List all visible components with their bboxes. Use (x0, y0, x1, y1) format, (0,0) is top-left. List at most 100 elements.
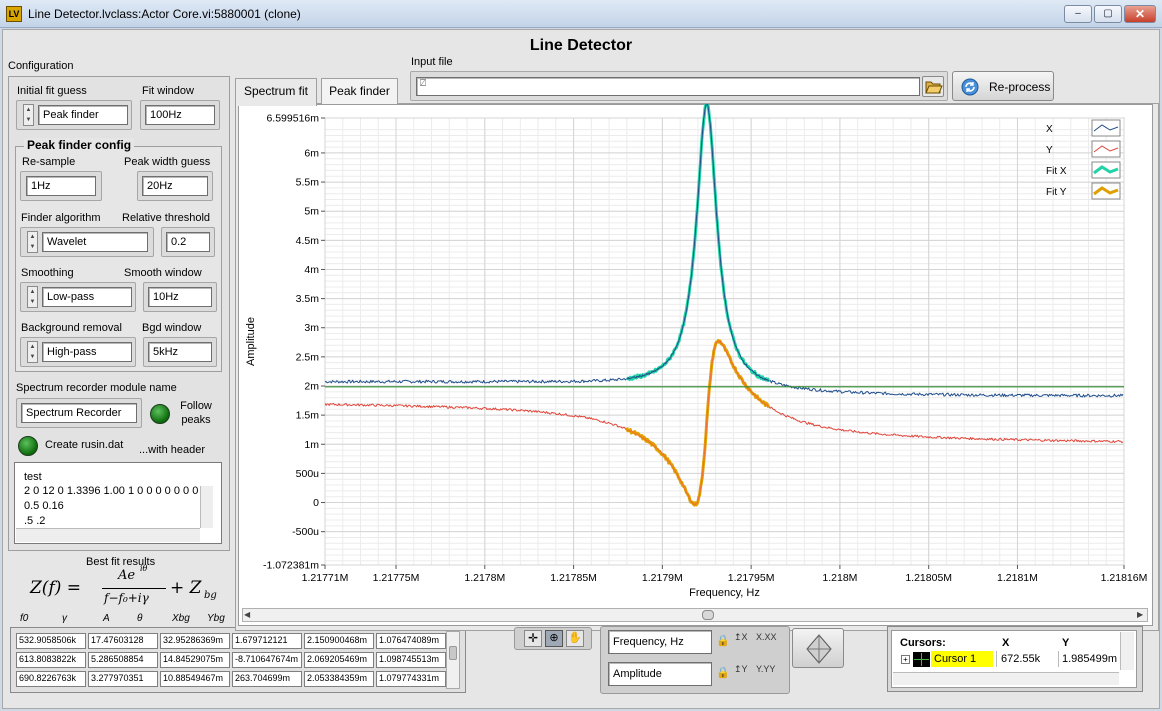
crosshair-cursor-tool-icon[interactable]: ✛ (524, 630, 542, 647)
initial-fit-guess-spinner[interactable]: ▲ ▼ (23, 104, 34, 126)
finder-algorithm-select[interactable]: Wavelet (42, 232, 148, 252)
result-cell: 14.84529075m (160, 652, 230, 668)
plot-area[interactable] (324, 117, 1125, 566)
y-tick-label: -500u (292, 526, 319, 538)
diamond-move-icon (806, 634, 832, 664)
cursor-style-swatch[interactable] (913, 652, 930, 667)
x-tick-label: 1.21795M (728, 572, 775, 584)
result-cell: 17.47603128 (88, 633, 158, 649)
tab-peak-finder[interactable]: Peak finder (321, 78, 398, 104)
notes-vertical-scrollbar[interactable] (200, 486, 213, 528)
decrement-arrow-icon[interactable]: ▼ (28, 297, 37, 307)
initial-fit-guess-label: Initial fit guess (17, 85, 87, 97)
x-tick-label: 1.2179M (642, 572, 683, 584)
finder-algorithm-spinner[interactable]: ▲ ▼ (27, 231, 38, 253)
column-header-ybg: Ybg (207, 613, 225, 624)
zoom-tool-icon[interactable]: ⊕ (545, 630, 563, 647)
relative-threshold-label: Relative threshold (122, 212, 211, 224)
follow-peaks-led-button[interactable] (150, 404, 170, 424)
bgd-window-input[interactable]: 5kHz (148, 342, 212, 362)
smoothing-spinner[interactable]: ▲ ▼ (27, 286, 38, 308)
x-scale-name: Frequency, Hz (608, 630, 712, 654)
background-removal-select[interactable]: High-pass (42, 342, 132, 362)
decrement-arrow-icon[interactable]: ▼ (24, 115, 33, 125)
fit-window-label: Fit window (142, 85, 194, 97)
smooth-window-input[interactable]: 10Hz (148, 287, 212, 307)
cursor-x-value[interactable]: 672.55k (996, 651, 1056, 667)
result-cell: 2.069205469m (304, 652, 374, 668)
cursor-crosshair-icon (914, 653, 929, 666)
y-tick-label: 5m (304, 206, 319, 218)
result-cell: 690.8226763k (16, 671, 86, 687)
y-scale-lock-icon[interactable]: 🔒 (716, 666, 730, 679)
browse-folder-button[interactable] (922, 76, 944, 97)
graph-scroll-thumb[interactable] (702, 610, 714, 620)
pan-hand-tool-icon[interactable]: ✋ (566, 630, 584, 647)
y-format-button[interactable]: Y.YY (756, 664, 775, 674)
create-rusin-led-button[interactable] (18, 436, 38, 456)
formula-fraction-bar (102, 588, 166, 589)
x-scale-lock-icon[interactable]: 🔒 (716, 634, 730, 647)
graph-horizontal-scrollbar[interactable] (242, 608, 1148, 622)
scroll-left-arrow-icon[interactable]: ◀ (244, 610, 250, 619)
decrement-arrow-icon[interactable]: ▼ (28, 242, 37, 252)
y-tick-label: 4.5m (296, 235, 320, 247)
increment-arrow-icon[interactable]: ▲ (28, 232, 37, 242)
fit-window-input[interactable]: 100Hz (145, 105, 215, 125)
with-header-label: ...with header (139, 444, 206, 456)
result-cell: 3.277970351 (88, 671, 158, 687)
resample-label: Re-sample (22, 156, 76, 168)
cursor-legend-scrollbar[interactable] (1120, 632, 1134, 670)
scroll-right-arrow-icon[interactable]: ▶ (1137, 610, 1143, 619)
expand-plus-icon[interactable]: + (901, 655, 910, 664)
peak-width-guess-input[interactable]: 20Hz (142, 176, 208, 196)
increment-arrow-icon[interactable]: ▲ (24, 105, 33, 115)
cursor-name[interactable]: Cursor 1 (931, 651, 993, 667)
cursor-movement-button[interactable] (792, 628, 844, 668)
formula-exponent: iθ (140, 564, 148, 573)
spectrum-recorder-input[interactable]: Spectrum Recorder (21, 403, 137, 423)
y-tick-label: 2m (304, 380, 319, 392)
result-cell: -8.710647674m (232, 652, 302, 668)
y-tick-label: 500u (296, 468, 320, 480)
initial-fit-guess-select[interactable]: Peak finder (38, 105, 128, 125)
column-header-a: A (103, 613, 110, 624)
decrement-arrow-icon[interactable]: ▼ (28, 352, 37, 362)
minimize-button[interactable]: – (1064, 5, 1092, 23)
result-cell: 10.88549467m (160, 671, 230, 687)
result-cell: 5.286508854 (88, 652, 158, 668)
result-cell: 2.053384359m (304, 671, 374, 687)
notes-horizontal-scrollbar[interactable] (16, 528, 200, 542)
smoothing-select[interactable]: Low-pass (42, 287, 132, 307)
results-vertical-scrollbar[interactable] (446, 631, 460, 689)
maximize-button[interactable]: ▢ (1094, 5, 1122, 23)
x-tick-label: 1.21805M (905, 572, 952, 584)
y-autoscale-icon[interactable]: ↥Y (734, 664, 748, 675)
x-autoscale-icon[interactable]: ↥X (734, 632, 748, 643)
cursor-legend-hscrollbar[interactable] (893, 672, 1119, 685)
spectrum-graph[interactable]: 6.599516m 6m 5.5m 5m 4.5m 4m 3.5m 3m 2.5m 2m 1.5m 1… (238, 104, 1153, 626)
cursors-col-x: X (1002, 637, 1010, 649)
x-axis-label: Frequency, Hz (689, 587, 760, 599)
x-tick-label: 1.21771M (302, 572, 349, 584)
increment-arrow-icon[interactable]: ▲ (28, 342, 37, 352)
background-removal-spinner[interactable]: ▲ ▼ (27, 341, 38, 363)
notes-line: 2 0 12 0 1.3396 1.00 1 0 0 0 0 0 0 0 (24, 485, 199, 497)
x-format-button[interactable]: X.XX (756, 632, 777, 642)
bgd-window-label: Bgd window (142, 322, 202, 334)
result-cell: 1.679712121 (232, 633, 302, 649)
close-button[interactable]: ✕ (1124, 5, 1156, 23)
create-rusin-label: Create rusin.dat (45, 439, 124, 451)
resample-input[interactable]: 1Hz (26, 176, 96, 196)
tab-spectrum-fit[interactable]: Spectrum fit (235, 78, 317, 106)
cursor-y-value[interactable]: 1.985499m (1058, 651, 1118, 667)
input-file-path[interactable] (416, 77, 920, 96)
relative-threshold-input[interactable]: 0.2 (166, 232, 210, 252)
increment-arrow-icon[interactable]: ▲ (28, 287, 37, 297)
notes-line: test (24, 471, 42, 483)
reprocess-button[interactable]: Re-process (952, 71, 1054, 101)
input-file-label: Input file (411, 56, 453, 68)
y-scale-name: Amplitude (608, 662, 712, 686)
results-scroll-thumb[interactable] (449, 646, 457, 660)
background-removal-label: Background removal (21, 322, 122, 334)
